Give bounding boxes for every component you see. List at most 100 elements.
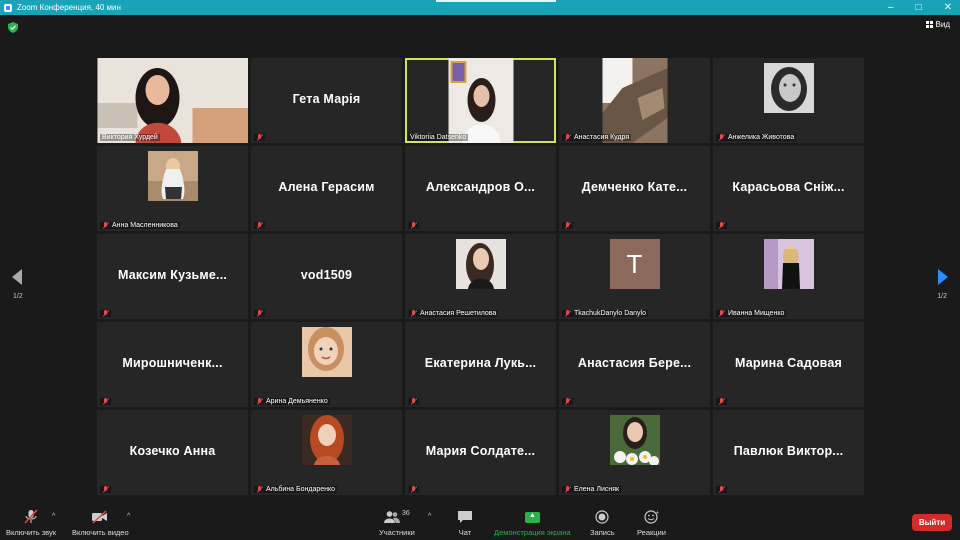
participant-tile-active-speaker[interactable]: Viktoriia Datsenko [405,58,556,143]
chat-icon [458,511,472,523]
participants-button[interactable]: 36 Участники [379,510,415,537]
muted-mic-icon [102,222,109,229]
participant-initial-avatar: T [609,239,660,289]
muted-mic-icon [564,222,571,229]
participant-tile[interactable]: Демченко Кате... [559,146,710,231]
audio-options-caret[interactable]: ^ [52,513,55,520]
participant-tile[interactable]: Арина Демьяненко [251,322,402,407]
zoom-app-icon [4,3,12,12]
maximize-button[interactable]: □ [916,2,922,13]
participant-tile[interactable]: Иванна Мищенко [713,234,864,319]
participant-tile[interactable]: Козечко Анна [97,410,248,495]
muted-mic-icon [564,486,571,493]
participant-name: Viktoriia Datsenko [410,134,467,141]
participant-display-name: Мария Солдате... [425,444,536,458]
muted-mic-icon [718,222,725,229]
participant-label: Иванна Мищенко [716,310,787,317]
share-screen-label: Демонстрация экрана [494,528,571,537]
participant-tile[interactable]: Екатерина Лукь... [405,322,556,407]
unmute-button[interactable]: Включить звук [6,510,56,537]
participant-tile[interactable]: Анастасия Бере... [559,322,710,407]
muted-mic-icon [256,310,263,317]
chat-button[interactable]: Чат [457,510,473,537]
participant-tile[interactable]: Анастасия Кудря [559,58,710,143]
participant-label: Анастасия Кудря [562,134,632,141]
muted-mic-icon [102,486,109,493]
chat-label: Чат [458,528,472,537]
participants-label: Участники [379,528,415,537]
muted-mic-icon [256,134,263,141]
participant-display-name: Демченко Кате... [581,180,688,194]
participant-tile[interactable]: Павлюк Виктор... [713,410,864,495]
participant-tile[interactable]: Гета Марія [251,58,402,143]
participant-photo [301,327,352,377]
gallery-grid: Виктория Хурдей Гета Марія Viktoriia Dat… [97,58,864,496]
participant-photo [455,239,506,289]
participant-tile[interactable]: Марина Садовая [713,322,864,407]
participant-name: Анастасия Кудря [574,134,630,141]
participant-label: Виктория Хурдей [100,134,160,141]
leave-button[interactable]: Выйти [912,514,952,531]
unmute-label: Включить звук [6,528,57,537]
participant-tile[interactable]: Карасьова Сніж... [713,146,864,231]
participant-label: Анна Масленникова [100,222,180,229]
video-options-caret[interactable]: ^ [127,513,130,520]
participant-name: Виктория Хурдей [102,134,158,141]
muted-mic-icon [410,398,417,405]
close-button[interactable]: ✕ [944,2,952,13]
window-controls: – □ ✕ [888,0,952,15]
participant-tile[interactable]: vod1509 [251,234,402,319]
page-indicator-right: 1/2 [937,293,947,300]
muted-mic-icon [564,310,571,317]
grid-view-icon [925,21,933,28]
participant-name: Иванна Мищенко [728,310,785,317]
participants-options-caret[interactable]: ^ [428,513,431,520]
participant-tile[interactable]: T TkachukDanylo Danylo [559,234,710,319]
record-button[interactable]: Запись [590,510,615,537]
muted-mic-icon [410,486,417,493]
share-screen-icon-wrap [524,510,540,524]
participant-tile[interactable]: Анжелика Животова [713,58,864,143]
reactions-button[interactable]: + Реакции [637,510,666,537]
share-screen-button[interactable]: Демонстрация экрана [494,510,571,537]
muted-mic-icon [718,134,725,141]
participant-tile[interactable]: Мария Солдате... [405,410,556,495]
participant-name: Альбина Бондаренко [266,486,336,493]
participant-label: Елена Лисняк [562,486,622,493]
participant-tile[interactable]: Виктория Хурдей [97,58,248,143]
view-button[interactable]: Вид [925,20,950,29]
participants-count: 36 [402,510,410,517]
participant-tile[interactable]: Альбина Бондаренко [251,410,402,495]
participant-label [100,486,111,493]
view-label: Вид [935,20,950,29]
participant-label [562,398,573,405]
next-page-arrow[interactable] [938,269,948,285]
muted-mic-icon [410,222,417,229]
participant-video [448,58,513,143]
participant-tile[interactable]: Анна Масленникова [97,146,248,231]
muted-mic-icon [410,310,417,317]
participant-tile[interactable]: Александров О... [405,146,556,231]
minimize-button[interactable]: – [888,2,894,13]
participant-tile[interactable]: Елена Лисняк [559,410,710,495]
participant-label [254,134,265,141]
previous-page-arrow[interactable] [12,269,22,285]
participant-name: Анжелика Животова [728,134,795,141]
participant-name: Анастасия Решетилова [420,310,497,317]
participant-label: Анастасия Решетилова [408,310,499,317]
participant-tile[interactable]: Анастасия Решетилова [405,234,556,319]
title-bar-strip [436,0,556,2]
participant-label [408,398,419,405]
participant-tile[interactable]: Алена Герасим [251,146,402,231]
participant-label [100,398,111,405]
shield-icon[interactable] [8,22,18,33]
start-video-button[interactable]: Включить видео [72,510,129,537]
emoji-icon: + [644,510,659,524]
participant-display-name: Марина Садовая [734,356,843,370]
participant-tile[interactable]: Мирошниченк... [97,322,248,407]
record-icon [595,510,609,524]
participant-display-name: Козечко Анна [129,444,216,458]
participant-photo [147,151,198,201]
participant-tile[interactable]: Максим Кузьме... [97,234,248,319]
participant-photo [301,415,352,465]
